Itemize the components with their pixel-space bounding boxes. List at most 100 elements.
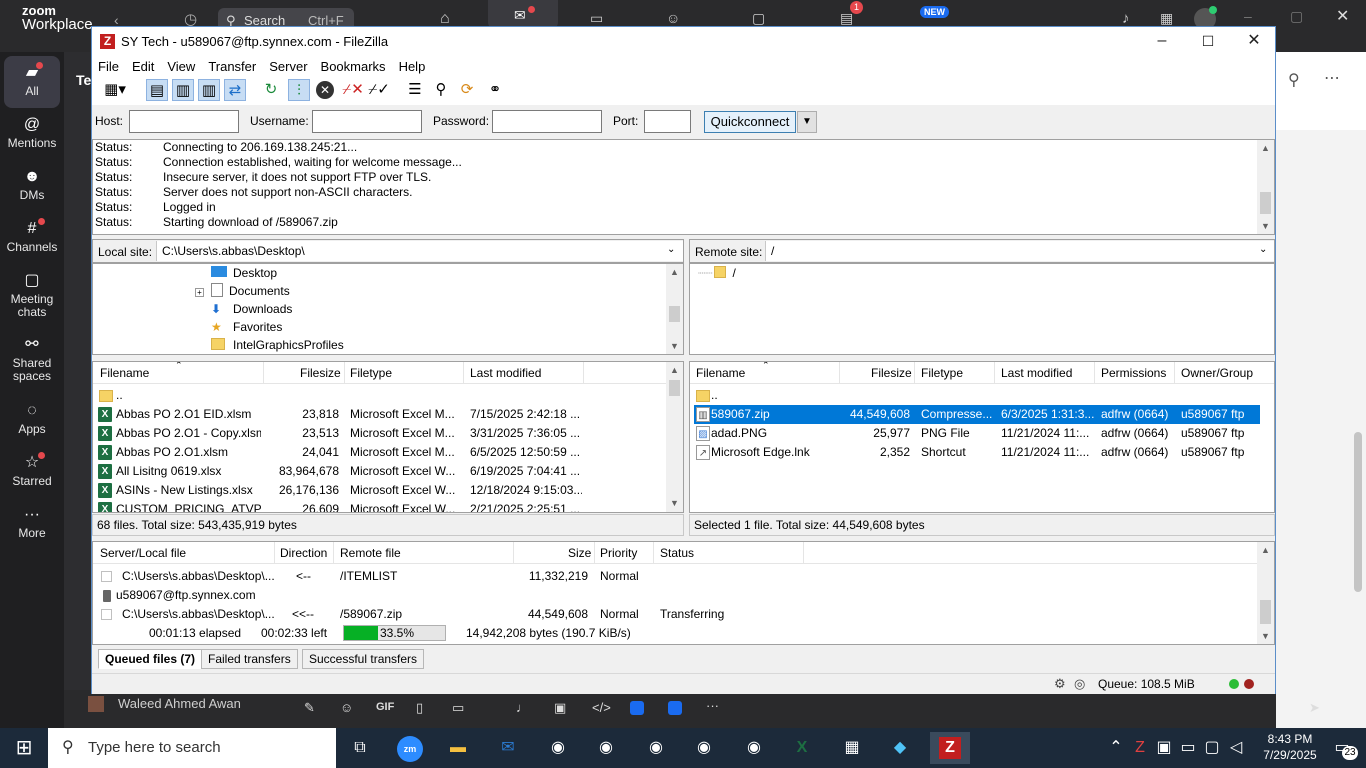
sidebar-item-apps[interactable]: ◌ Apps <box>0 402 64 436</box>
scroll-up-icon[interactable]: ▲ <box>666 362 683 378</box>
scrollbar-thumb[interactable] <box>669 306 680 322</box>
menu-view[interactable]: View <box>161 57 202 76</box>
bell-icon[interactable]: ♪ <box>1122 10 1130 27</box>
local-list-scrollbar[interactable]: ▲ ▼ <box>666 362 683 512</box>
column-filesize[interactable]: Filesize <box>300 366 341 380</box>
local-tree-scrollbar[interactable]: ▲ ▼ <box>666 264 683 354</box>
queue-checkbox[interactable] <box>101 571 112 582</box>
column-last-modified[interactable]: Last modified <box>1001 366 1072 380</box>
scrollbar-thumb[interactable] <box>669 380 680 396</box>
scrollbar-thumb[interactable] <box>1354 432 1362 592</box>
video-icon[interactable]: ▭ <box>590 10 603 27</box>
more-icon[interactable]: ··· <box>706 698 719 713</box>
log-scrollbar[interactable]: ▲ ▼ <box>1257 140 1274 234</box>
maximize-button[interactable]: ☐ <box>1185 27 1231 57</box>
table-row[interactable]: .. <box>93 386 666 405</box>
table-row[interactable]: X ASINs - New Listings.xlsx 26,176,136 M… <box>93 481 666 500</box>
table-row[interactable]: ↗ Microsoft Edge.lnk 2,352 Shortcut 11/2… <box>690 443 1260 462</box>
column-filename[interactable]: Filename <box>100 366 149 380</box>
toggle-queue-icon[interactable]: ⇄ <box>224 79 246 101</box>
menu-file[interactable]: File <box>92 57 126 76</box>
chevron-down-icon[interactable]: ⌄ <box>1259 244 1267 255</box>
chrome-icon[interactable]: ◉ <box>638 732 674 764</box>
contacts-icon[interactable]: ☺ <box>666 10 680 26</box>
filezilla-taskbar-icon[interactable]: Z <box>930 732 970 764</box>
column-priority[interactable]: Priority <box>600 546 637 560</box>
column-owner-group[interactable]: Owner/Group <box>1181 366 1253 380</box>
column-size[interactable]: Size <box>568 546 591 560</box>
queue-row[interactable]: C:\Users\s.abbas\Desktop\... <<-- /58906… <box>93 605 1253 624</box>
chrome-icon[interactable]: ◉ <box>686 732 722 764</box>
volume-icon[interactable]: ◁ <box>1226 732 1246 764</box>
cancel-operation-icon[interactable]: ✕ <box>314 79 336 101</box>
close-icon[interactable]: ✕ <box>1336 6 1349 26</box>
excel-icon[interactable]: X <box>784 732 820 764</box>
scroll-down-icon[interactable]: ▼ <box>1257 218 1274 234</box>
sidebar-item-channels[interactable]: # Channels <box>0 218 64 254</box>
sidebar-item-more[interactable]: ··· More <box>0 506 64 540</box>
sidebar-item-shared-spaces[interactable]: ⚯ Shared spaces <box>0 336 64 383</box>
tree-item[interactable]: + Documents <box>195 282 290 300</box>
site-manager-icon[interactable]: ▦▾ <box>98 79 132 101</box>
tray-icon[interactable]: ▣ <box>1154 732 1174 764</box>
menu-edit[interactable]: Edit <box>126 57 161 76</box>
outlook-icon[interactable]: ✉ <box>490 732 526 764</box>
column-direction[interactable]: Direction <box>280 546 327 560</box>
chrome-icon[interactable]: ◉ <box>588 732 624 764</box>
screenshot-icon[interactable]: ▭ <box>452 700 464 716</box>
tab-successful-transfers[interactable]: Successful transfers <box>302 649 425 669</box>
column-permissions[interactable]: Permissions <box>1101 366 1166 380</box>
search-icon[interactable]: ⚲ <box>430 79 452 101</box>
table-row[interactable]: X CUSTOM_PRICING_ATVPD... 26,609 Microso… <box>93 500 666 512</box>
tree-item[interactable]: IntelGraphicsProfiles <box>211 336 344 354</box>
toggle-remote-tree-icon[interactable]: ▥ <box>198 79 220 101</box>
speed-limit-icon[interactable]: ◎ <box>1074 676 1085 692</box>
file-explorer-icon[interactable]: ▬ <box>440 732 476 764</box>
video-message-icon[interactable]: ▣ <box>554 700 566 716</box>
directory-listing-filter-icon[interactable]: ☰ <box>404 79 426 101</box>
sidebar-item-meeting-chats[interactable]: ▢ Meeting chats <box>0 272 64 319</box>
scroll-down-icon[interactable]: ▼ <box>1257 628 1274 644</box>
app-icon[interactable] <box>630 701 644 715</box>
emoji-icon[interactable]: ☺ <box>340 700 353 715</box>
sidebar-item-mentions[interactable]: @ Mentions <box>0 116 64 150</box>
clipboard-icon[interactable]: ▤ <box>840 10 853 27</box>
network-icon[interactable]: ▢ <box>1202 732 1222 764</box>
tree-item[interactable]: Desktop <box>211 264 277 282</box>
column-server-local-file[interactable]: Server/Local file <box>100 546 186 560</box>
chrome-icon[interactable]: ◉ <box>736 732 772 764</box>
more-icon[interactable]: ⋯ <box>1324 68 1340 88</box>
table-row-selected[interactable]: ▥ 589067.zip 44,549,608 Compresse... 6/3… <box>694 405 1260 424</box>
taskbar-clock[interactable]: 8:43 PM 7/29/2025 <box>1258 731 1322 763</box>
queue-server-row[interactable]: u589067@ftp.synnex.com <box>93 586 1253 605</box>
scroll-down-icon[interactable]: ▼ <box>666 495 683 511</box>
host-input[interactable] <box>129 110 239 133</box>
menu-bookmarks[interactable]: Bookmarks <box>315 57 393 76</box>
app-icon[interactable]: ◆ <box>882 732 918 764</box>
tab-failed-transfers[interactable]: Failed transfers <box>201 649 298 669</box>
column-filetype[interactable]: Filetype <box>350 366 392 380</box>
scroll-up-icon[interactable]: ▲ <box>1257 140 1274 156</box>
calculator-icon[interactable]: ▦ <box>834 732 870 764</box>
chevron-up-icon[interactable]: ⌃ <box>1106 732 1126 764</box>
tree-item[interactable]: ⬇ Downloads <box>211 300 292 318</box>
scrollbar-thumb[interactable] <box>1260 192 1271 214</box>
scrollbar-thumb[interactable] <box>1260 600 1271 624</box>
username-input[interactable] <box>312 110 422 133</box>
minimize-icon[interactable]: – <box>1244 8 1252 24</box>
microphone-icon[interactable]: ♩ <box>516 700 529 715</box>
zoom-app-icon[interactable]: zm <box>392 732 428 764</box>
gif-button[interactable]: GIF <box>376 701 394 713</box>
notification-center-icon[interactable]: ▭ 23 <box>1324 732 1360 764</box>
whiteboard-icon[interactable]: ▢ <box>752 10 765 27</box>
close-button[interactable]: ✕ <box>1231 27 1277 57</box>
maximize-icon[interactable]: ▢ <box>1290 8 1303 25</box>
queue-row[interactable]: C:\Users\s.abbas\Desktop\... <-- /ITEMLI… <box>93 567 1253 586</box>
column-last-modified[interactable]: Last modified <box>470 366 541 380</box>
password-input[interactable] <box>492 110 602 133</box>
scroll-up-icon[interactable]: ▲ <box>666 264 683 280</box>
filezilla-tray-icon[interactable]: Z <box>1130 732 1150 764</box>
tab-queued-files[interactable]: Queued files (7) <box>98 649 203 669</box>
table-row[interactable]: X Abbas PO 2.O1 EID.xlsm 23,818 Microsof… <box>93 405 666 424</box>
menu-server[interactable]: Server <box>263 57 314 76</box>
